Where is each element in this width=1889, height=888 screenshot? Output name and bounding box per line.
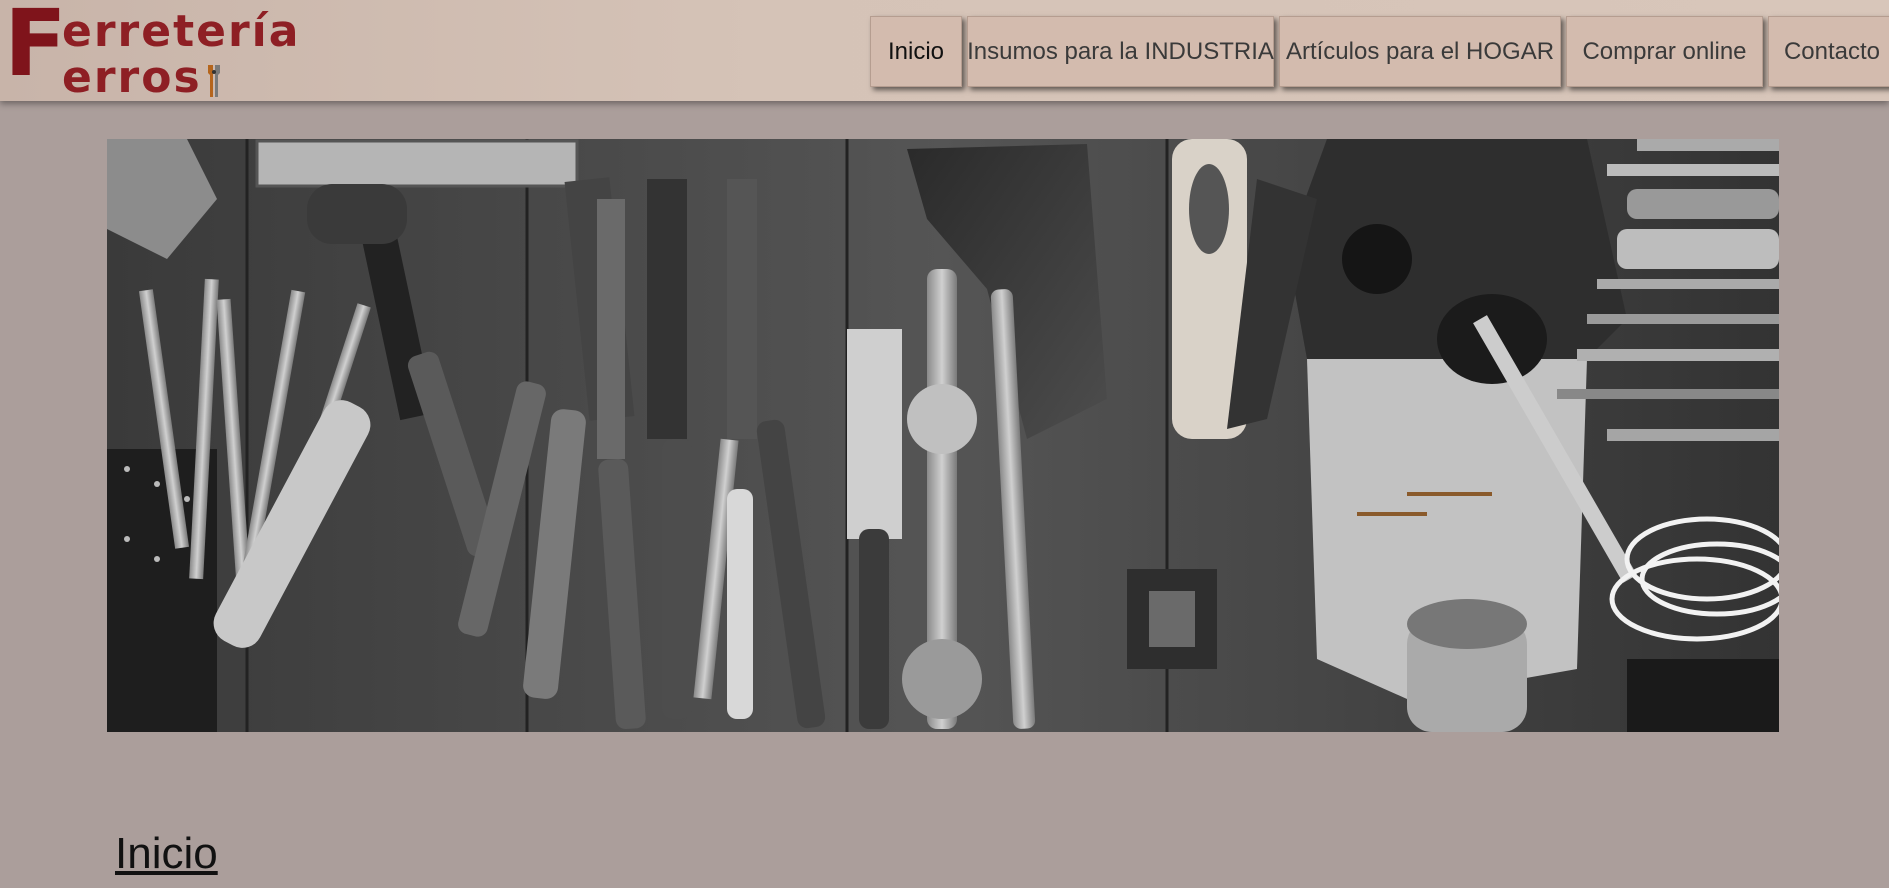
ferreteria-ferros-logo[interactable]: F erretería erros	[4, 0, 301, 103]
logo-line-2: erros	[62, 52, 202, 103]
pliers-icon	[208, 65, 220, 97]
tools-illustration	[107, 139, 1779, 732]
nav-item-inicio[interactable]: Inicio	[870, 16, 962, 87]
nav-item-industria[interactable]: Insumos para la INDUSTRIA	[967, 16, 1274, 87]
nav-item-hogar[interactable]: Artículos para el HOGAR	[1279, 16, 1561, 87]
nav-item-contacto[interactable]: Contacto	[1768, 16, 1889, 87]
logo-initial: F	[4, 0, 67, 97]
site-header: F erretería erros Inicio Insumos para la…	[0, 0, 1889, 101]
page-title: Inicio	[115, 829, 218, 878]
logo-line-1: erretería	[62, 6, 301, 57]
main-nav: Inicio Insumos para la INDUSTRIA Artícul…	[870, 16, 1889, 87]
nav-item-comprar-online[interactable]: Comprar online	[1566, 16, 1763, 87]
hero-tools-image	[107, 139, 1779, 732]
